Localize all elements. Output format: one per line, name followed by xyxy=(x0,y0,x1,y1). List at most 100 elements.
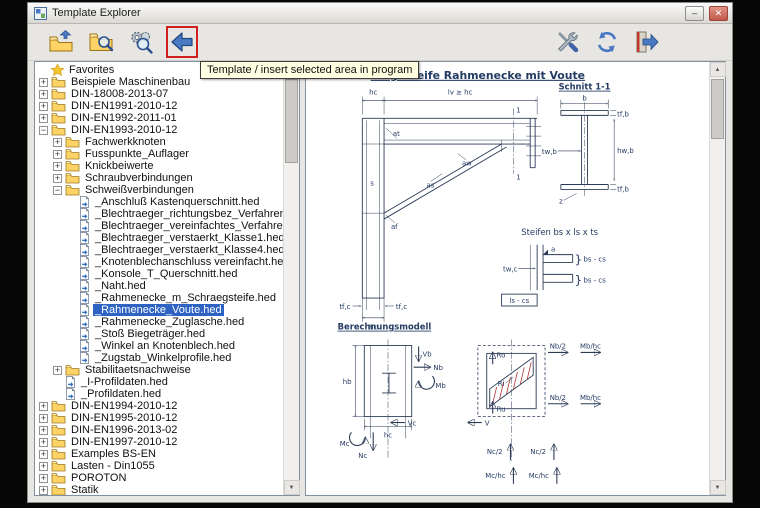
file-icon xyxy=(65,388,76,400)
tree-item-folder[interactable]: + Examples BS-EN xyxy=(35,448,283,460)
tree-expander[interactable]: + xyxy=(39,401,48,411)
tree-expander[interactable]: − xyxy=(53,185,62,195)
settings-tools-button[interactable] xyxy=(552,27,582,57)
tree-item-file[interactable]: _Zugstab_Winkelprofile.hed xyxy=(35,352,283,364)
stiffener-figure: Steifen bs x ls x ts a tw,c } } bs - cs xyxy=(501,227,606,307)
calc-model-title: Berechnungsmodell xyxy=(338,322,432,332)
folder-icon xyxy=(65,172,80,184)
tree-expander[interactable]: + xyxy=(53,365,62,375)
tree-item-file[interactable]: _Rahmenecke_Voute.hed xyxy=(35,304,283,316)
minimize-button[interactable]: – xyxy=(685,5,704,21)
tree-item-file[interactable]: _I-Profildaten.hed xyxy=(35,376,283,388)
preview-scroll-thumb[interactable] xyxy=(710,79,724,139)
scroll-down-icon[interactable]: ▼ xyxy=(283,480,300,495)
tree-item-folder[interactable]: + DIN-EN1995-2010-12 xyxy=(35,412,283,424)
tree-item-folder[interactable]: − DIN-EN1993-2010-12 xyxy=(35,124,283,136)
tree-item-folder[interactable]: + DIN-EN1996-2013-02 xyxy=(35,424,283,436)
tree-expander[interactable]: + xyxy=(39,89,48,99)
star-icon xyxy=(51,64,64,76)
tree-item-folder[interactable]: + Stabilitaetsnachweise xyxy=(35,364,283,376)
tree-item-folder[interactable]: − Schweißverbindungen xyxy=(35,184,283,196)
tree-item-file[interactable]: _Rahmenecke_m_Schraegsteife.hed xyxy=(35,292,283,304)
calc-model-figure: Berechnungsmodell hb hc Vb Nb Mb Vc Mc N… xyxy=(338,322,601,484)
file-icon xyxy=(79,220,90,232)
open-template-button[interactable] xyxy=(46,27,76,57)
tree-expander[interactable]: + xyxy=(39,449,48,459)
tree-scrollbar[interactable]: ▲ ▼ xyxy=(283,62,300,495)
scroll-down-icon[interactable]: ▼ xyxy=(709,480,726,495)
tree-item-file[interactable]: _Naht.hed xyxy=(35,280,283,292)
tree-item-label: _Rahmenecke_Voute.hed xyxy=(93,304,224,316)
tree-item-folder[interactable]: + DIN-EN1997-2010-12 xyxy=(35,436,283,448)
tree-item-folder[interactable]: + POROTON xyxy=(35,472,283,484)
tree-expander[interactable]: + xyxy=(39,485,48,495)
tree-item-file[interactable]: _Knotenblechanschluss vereinfacht.hed xyxy=(35,256,283,268)
dwg-label: Mb/hc xyxy=(580,394,601,402)
tree-expander[interactable]: + xyxy=(39,101,48,111)
insert-template-button[interactable] xyxy=(168,28,196,56)
tree-item-folder[interactable]: + DIN-EN1994-2010-12 xyxy=(35,400,283,412)
tree-item-file[interactable]: _Winkel an Knotenblech.hed xyxy=(35,340,283,352)
titlebar[interactable]: Template Explorer – ✕ xyxy=(28,3,732,24)
tree-item-folder[interactable]: + Lasten - Din1055 xyxy=(35,460,283,472)
tree-expander[interactable]: + xyxy=(53,149,62,159)
tree-item-file[interactable]: _Stoß Biegeträger.hed xyxy=(35,328,283,340)
toolbar: Template / insert selected area in progr… xyxy=(28,24,732,79)
preview-scrollbar[interactable]: ▲ ▼ xyxy=(709,62,726,495)
exit-button[interactable] xyxy=(632,27,662,57)
tree-item-file[interactable]: _Blechtraeger_verstaerkt_Klasse1.hed xyxy=(35,232,283,244)
tree-item-file[interactable]: _Blechtraeger_richtungsbez_Verfahren.hed xyxy=(35,208,283,220)
folder-icon xyxy=(65,160,80,172)
folder-icon xyxy=(51,424,66,436)
tree-item-file[interactable]: _Blechtraeger_vereinfachtes_Verfahren.he… xyxy=(35,220,283,232)
tree-item-label: Schraubverbindungen xyxy=(85,172,193,184)
tree-expander[interactable]: + xyxy=(39,461,48,471)
tree-expander[interactable]: + xyxy=(39,413,48,423)
tree-expander[interactable]: + xyxy=(53,173,62,183)
refresh-button[interactable] xyxy=(592,27,622,57)
tree-item-folder[interactable]: + DIN-18008-2013-07 xyxy=(35,88,283,100)
tree-expander[interactable]: + xyxy=(39,437,48,447)
tree-item-folder[interactable]: + Fachwerkknoten xyxy=(35,136,283,148)
tree-item-label: Lasten - Din1055 xyxy=(71,460,155,472)
find-template-button[interactable] xyxy=(86,27,116,57)
tree-expander[interactable]: + xyxy=(53,161,62,171)
scroll-up-icon[interactable]: ▲ xyxy=(709,62,726,77)
preview-scroll-track[interactable] xyxy=(710,77,726,480)
close-button[interactable]: ✕ xyxy=(709,5,728,21)
folder-icon xyxy=(51,124,66,136)
dwg-label: hb xyxy=(343,378,352,386)
tree-expander[interactable]: + xyxy=(39,473,48,483)
folder-icon xyxy=(65,148,80,160)
tree-expander[interactable]: − xyxy=(39,125,48,135)
tree-item-folder[interactable]: + Schraubverbindungen xyxy=(35,172,283,184)
tree-item-file[interactable]: _Anschluß Kastenquerschnitt.hed xyxy=(35,196,283,208)
folder-icon xyxy=(65,364,80,376)
tree-scroll-thumb[interactable] xyxy=(284,79,298,163)
tree-item-label: Beispiele Maschinenbau xyxy=(71,76,191,88)
tree-item-folder[interactable]: + DIN-EN1992-2011-01 xyxy=(35,112,283,124)
tree-item-folder[interactable]: + DIN-EN1991-2010-12 xyxy=(35,100,283,112)
tree-item-folder[interactable]: + Knickbeiwerte xyxy=(35,160,283,172)
tree-item-file[interactable]: _Profildaten.hed xyxy=(35,388,283,400)
tree-item-file[interactable]: _Rahmenecke_Zuglasche.hed xyxy=(35,316,283,328)
tree-item-folder[interactable]: + Fusspunkte_Auflager xyxy=(35,148,283,160)
tree-item-label: _Anschluß Kastenquerschnitt.hed xyxy=(95,196,260,208)
tree-expander[interactable]: + xyxy=(39,425,48,435)
folder-icon xyxy=(51,484,66,495)
tree-item-file[interactable]: _Blechtraeger_verstaerkt_Klasse4.hed xyxy=(35,244,283,256)
search-options-button[interactable] xyxy=(126,27,156,57)
dwg-label: hc xyxy=(369,89,377,97)
folder-icon xyxy=(51,460,66,472)
tree-expander[interactable]: + xyxy=(39,113,48,123)
tree-item-label: _Konsole_T_Querschnitt.hed xyxy=(95,268,238,280)
tree-expander[interactable]: + xyxy=(39,77,48,87)
tree-scroll-track[interactable] xyxy=(284,77,300,480)
dwg-label: lv ≥ hc xyxy=(448,89,473,97)
tree-item-file[interactable]: _Konsole_T_Querschnitt.hed xyxy=(35,268,283,280)
dwg-label: tw,c xyxy=(503,265,518,273)
dwg-label: hw,b xyxy=(617,147,634,155)
tree-view: Favorites + Beispiele Maschinenbau + DIN-180… xyxy=(35,62,283,495)
tree-expander[interactable]: + xyxy=(53,137,62,147)
tree-item-folder[interactable]: + Statik xyxy=(35,484,283,495)
